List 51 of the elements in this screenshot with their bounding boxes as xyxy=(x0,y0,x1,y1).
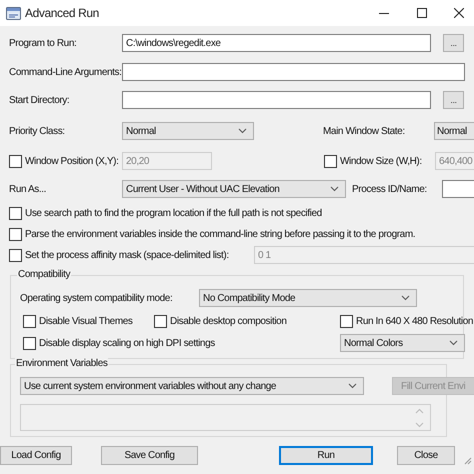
dropdown[interactable]: Current User - Without UAC Elevation xyxy=(122,180,346,198)
dropdown[interactable]: Normal xyxy=(434,122,474,140)
field-label: Main Window State: xyxy=(323,124,406,138)
checkbox[interactable] xyxy=(154,314,167,328)
field-label: Disable display scaling on high DPI settings xyxy=(39,336,215,350)
field-label: Window Size (W,H): xyxy=(340,154,422,168)
input-field[interactable] xyxy=(442,180,474,198)
field-label: Command-Line Arguments: xyxy=(9,66,122,78)
chevron-icon xyxy=(348,383,357,389)
checkbox[interactable] xyxy=(340,314,353,328)
minimize-icon[interactable] xyxy=(379,12,389,14)
window-title: Advanced Run xyxy=(25,6,99,20)
field-label: Run As... xyxy=(9,182,47,196)
checkbox[interactable] xyxy=(9,228,22,240)
close-icon[interactable] xyxy=(454,8,464,18)
browse-button[interactable]: ... xyxy=(443,34,464,52)
field-label: Set the process affinity mask (space-delimited list): xyxy=(25,248,229,262)
dialog-button[interactable]: Run xyxy=(279,446,373,465)
field-label: Program to Run: xyxy=(9,36,78,50)
group-title: Compatibility xyxy=(17,268,72,281)
field-label: Run In 640 X 480 Resolution xyxy=(356,314,474,328)
chevron-icon xyxy=(449,340,458,346)
field-label: Window Position (X,Y): xyxy=(25,154,118,168)
field-label: Process ID/Name: xyxy=(352,182,428,196)
checkbox[interactable] xyxy=(23,314,36,328)
checkbox[interactable] xyxy=(23,336,36,350)
dropdown[interactable]: Normal Colors xyxy=(340,334,465,352)
maximize-icon[interactable] xyxy=(417,8,427,18)
input-field[interactable] xyxy=(122,63,465,81)
chevron-icon xyxy=(330,186,339,192)
app-icon xyxy=(6,6,21,20)
dialog-button[interactable]: Load Config xyxy=(0,446,72,465)
dialog-button[interactable]: Close xyxy=(397,446,455,465)
resize-grip-icon[interactable] xyxy=(464,457,472,465)
browse-button[interactable]: ... xyxy=(443,91,464,109)
chevron-icon xyxy=(401,295,410,301)
chevron-icon xyxy=(238,128,247,134)
dialog-button[interactable]: Save Config xyxy=(101,446,198,465)
field-label: Use search path to find the program location if the full path is not specified xyxy=(25,206,322,220)
field-label: Priority Class: xyxy=(9,124,66,138)
field-label: Operating system compatibility mode: xyxy=(20,292,174,304)
dropdown[interactable]: Normal xyxy=(122,122,254,140)
input-field[interactable] xyxy=(122,91,431,109)
dropdown[interactable]: No Compatibility Mode xyxy=(199,289,417,307)
checkbox[interactable] xyxy=(9,206,22,220)
field-label: Disable Visual Themes xyxy=(39,314,133,328)
field-label: Parse the environment variables inside the command-line string before passing it to the program. xyxy=(25,228,416,240)
field-label: Disable desktop composition xyxy=(170,314,286,328)
field-label: Start Directory: xyxy=(9,94,70,106)
input-field[interactable]: C:\windows\regedit.exe xyxy=(122,34,431,52)
dropdown[interactable]: Use current system environment variables without any change xyxy=(20,377,364,395)
